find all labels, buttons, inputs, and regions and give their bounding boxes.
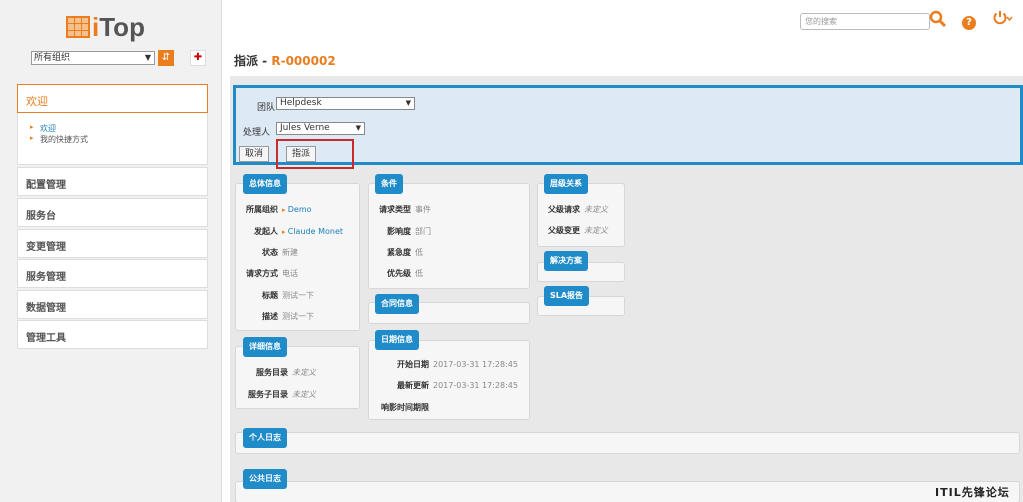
menu-service-management[interactable]: 服务管理 [17, 259, 208, 288]
logo-mark-icon [66, 16, 90, 38]
org-tree-icon[interactable]: ⇵ [158, 50, 174, 66]
pin-icon[interactable]: ✚ [190, 50, 206, 66]
contract-tab[interactable]: 合同信息 [375, 294, 419, 314]
public-log-tab[interactable]: 公共日志 [243, 469, 287, 489]
sidebar: iTop 所有组织 ▼ ⇵ ✚ 欢迎 欢迎 我的快捷方式 配置管理 服务台 变更… [0, 0, 222, 502]
chevron-down-icon: ▼ [355, 124, 361, 132]
conditions-panel: 请求类型 事件 影响度 部门 紧急度低 优先级低 [368, 183, 530, 289]
menu-admin-tools[interactable]: 管理工具 [17, 320, 208, 349]
search-input[interactable]: 您的搜索 [800, 13, 930, 30]
agent-select[interactable]: Jules Verne ▼ [276, 122, 365, 135]
public-log-panel [235, 481, 1020, 502]
menu-welcome[interactable]: 欢迎 [17, 84, 208, 113]
search-icon[interactable] [928, 10, 948, 30]
agent-label: 处理人 [243, 128, 271, 138]
private-log-panel [235, 432, 1020, 454]
submenu-welcome-link[interactable]: 欢迎 [30, 123, 56, 134]
general-info-panel: 所属组织Demo 发起人Claude Monet 状态新建 请求方式电话 标题测… [235, 183, 360, 331]
org-link[interactable]: Demo [282, 205, 312, 214]
menu-service-desk[interactable]: 服务台 [17, 198, 208, 227]
page-title: 指派 - R-000002 [234, 54, 336, 68]
details-tab[interactable]: 详细信息 [243, 337, 287, 357]
submenu-shortcuts-link[interactable]: 我的快捷方式 [30, 134, 88, 145]
sla-tab[interactable]: SLA报告 [544, 286, 590, 306]
watermark: ITIL先锋论坛 [935, 486, 1010, 499]
organization-select[interactable]: 所有组织 ▼ [31, 51, 155, 65]
dates-tab[interactable]: 日期信息 [375, 330, 419, 350]
menu-data-management[interactable]: 数据管理 [17, 290, 208, 319]
menu-config-management[interactable]: 配置管理 [17, 167, 208, 196]
solution-tab[interactable]: 解决方案 [544, 251, 588, 271]
menu-change-management[interactable]: 变更管理 [17, 229, 208, 258]
cancel-button[interactable]: 取消 [239, 146, 269, 162]
welcome-submenu: 欢迎 我的快捷方式 [17, 113, 208, 165]
help-icon[interactable]: ? [959, 10, 979, 30]
relations-tab[interactable]: 层级关系 [544, 174, 588, 194]
conditions-tab[interactable]: 条件 [375, 174, 403, 194]
private-log-tab[interactable]: 个人日志 [243, 428, 287, 448]
highlight-box [276, 139, 354, 169]
main-content: 指派 - R-000002 团队 Helpdesk ▼ 处理人 Jules Ver… [230, 40, 1023, 502]
caller-link[interactable]: Claude Monet [282, 227, 343, 236]
chevron-down-icon: ▼ [144, 53, 151, 62]
team-select[interactable]: Helpdesk ▼ [276, 97, 415, 110]
chevron-down-icon: ▼ [405, 99, 411, 107]
general-info-tab[interactable]: 总体信息 [243, 174, 287, 194]
itop-logo[interactable]: iTop [66, 14, 145, 40]
power-icon[interactable] [991, 10, 1015, 30]
team-label: 团队 [257, 103, 276, 113]
logo-text-rest: Top [99, 12, 145, 42]
dates-panel: 开始日期 2017-03-31 17:28:45 最新更新 2017-03-31 1… [368, 340, 530, 420]
